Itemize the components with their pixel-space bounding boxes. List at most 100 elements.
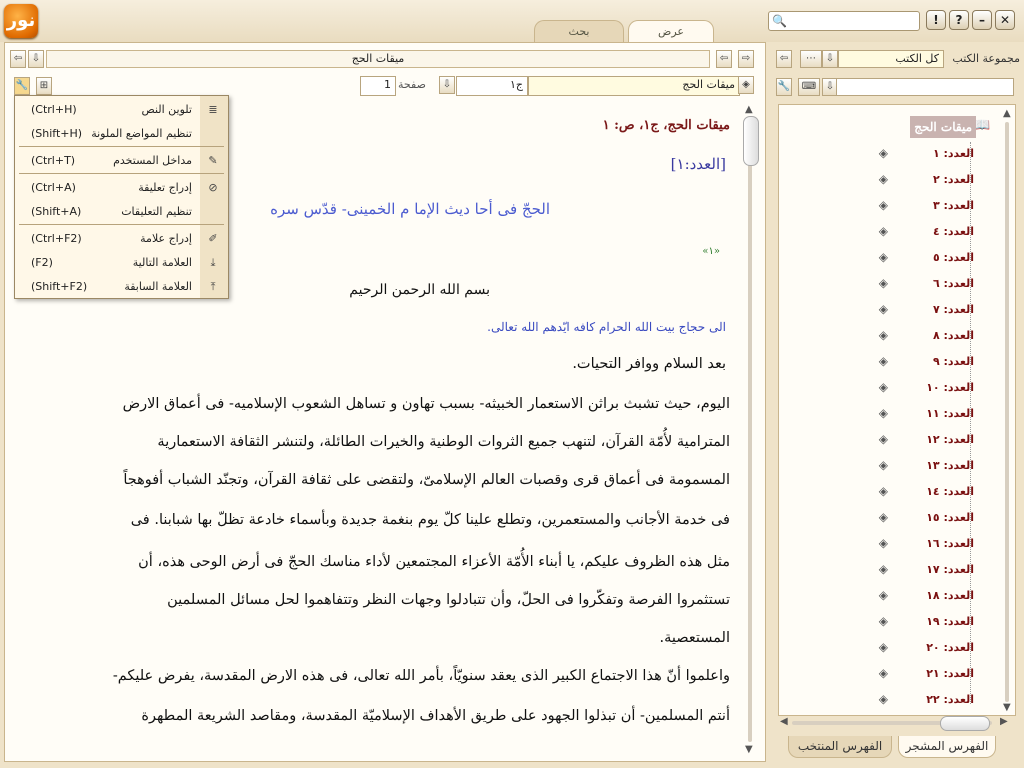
section-icon: ◈ [878, 484, 888, 498]
section-icon: ◈ [878, 614, 888, 628]
scroll-left-icon[interactable]: ◀ [780, 716, 788, 727]
tree-item[interactable]: العدد: ٣ ◈ [874, 196, 974, 216]
back-arrow-icon[interactable]: ⇦ [776, 50, 792, 68]
page-number-input[interactable]: 1 [360, 76, 396, 96]
collection-select[interactable]: كل الكتب [838, 50, 944, 68]
menu-item-manage-highlights[interactable]: (Shift+H) تنظيم المواضع الملونة [15, 122, 228, 146]
app-logo: نور [4, 4, 38, 38]
tree-item[interactable]: العدد: ٧ ◈ [874, 300, 974, 320]
scroll-down-icon[interactable]: ▼ [1003, 702, 1011, 713]
next-book-button[interactable]: ⇨ [738, 50, 754, 68]
tree-root-book[interactable]: ميقات الحج [910, 116, 976, 138]
collection-label: مجموعة الكتب [952, 52, 1020, 65]
tab-search[interactable]: بحث [534, 20, 624, 42]
menu-item-insert-comment[interactable]: (Ctrl+A) إدراج تعليقة ⊘ [15, 176, 228, 200]
scrollbar-thumb[interactable] [743, 116, 759, 166]
section-icon: ◈ [878, 146, 888, 160]
scroll-down-icon[interactable]: ▼ [745, 744, 753, 755]
back-arrow-icon[interactable]: ⇦ [10, 50, 26, 68]
tools-menu: (Ctrl+H) تلوين النص ≣ (Shift+H) تنظيم ال… [14, 95, 229, 299]
paragraph-line: مثل هذه الظروف عليكم، يا أبناء الأُمّة ا… [138, 554, 730, 570]
scroll-up-icon[interactable]: ▲ [745, 104, 753, 115]
tree-item[interactable]: العدد: ١٩ ◈ [874, 612, 974, 632]
tree-item[interactable]: العدد: ١٧ ◈ [874, 560, 974, 580]
paragraph-line: فی خدمة الأجانب والمستعمرين، وتطلع علينا… [130, 512, 730, 528]
close-button[interactable]: ✕ [995, 10, 1015, 30]
paragraph-line: اليوم، حيث تشبث براثن الاستعمار الخبيثه-… [122, 396, 730, 412]
footnote-marker[interactable]: «١» [702, 246, 720, 257]
basmala-text: بسم الله الرحمن الرحيم [349, 282, 490, 298]
search-icon: 🔍 [772, 14, 787, 28]
tree-item[interactable]: العدد: ١ ◈ [874, 144, 974, 164]
index-search-input[interactable] [836, 78, 1014, 96]
tree-item[interactable]: العدد: ٢٢ ◈ [874, 690, 974, 710]
menu-item-previous-bookmark[interactable]: (Shift+F2) العلامة السابقة ⤒ [15, 275, 228, 299]
tree-item[interactable]: العدد: ٤ ◈ [874, 222, 974, 242]
scroll-right-icon[interactable]: ▶ [1000, 716, 1008, 727]
tree-item[interactable]: العدد: ١٨ ◈ [874, 586, 974, 606]
minimize-button[interactable]: – [972, 10, 992, 30]
tree-item[interactable]: العدد: ١٥ ◈ [874, 508, 974, 528]
current-book-field[interactable]: ميقات الحج [528, 76, 740, 96]
wrench-icon[interactable]: 🔧 [14, 77, 30, 95]
section-icon: ◈ [878, 328, 888, 342]
section-icon: ◈ [878, 692, 888, 706]
tree-item[interactable]: العدد: ١٠ ◈ [874, 378, 974, 398]
collection-dropdown-icon[interactable]: ⇩ [822, 50, 838, 68]
menu-item-user-entries[interactable]: (Ctrl+T) مداخل المستخدم ✎ [15, 149, 228, 173]
content-scrollbar[interactable]: ▲ ▼ [742, 104, 759, 756]
menu-item-next-bookmark[interactable]: (F2) العلامة التالية ⤓ [15, 251, 228, 275]
paragraph-line: واعلموا أنّ هذا الاجتماع الكبير الذی يعق… [112, 668, 730, 684]
help-button[interactable]: ? [949, 10, 969, 30]
section-icon: ◈ [878, 536, 888, 550]
tag-icon[interactable]: ◈ [738, 76, 754, 94]
down-arrow-icon[interactable]: ⇩ [28, 50, 44, 68]
tree-item[interactable]: العدد: ٢١ ◈ [874, 664, 974, 684]
more-options-button[interactable]: ⋯ [800, 50, 822, 68]
section-icon: ◈ [878, 380, 888, 394]
tree-item[interactable]: العدد: ٢٠ ◈ [874, 638, 974, 658]
menu-item-insert-bookmark[interactable]: (Ctrl+F2) إدراج علامة ✐ [15, 227, 228, 251]
tree-tools-wrench-icon[interactable]: 🔧 [776, 78, 792, 96]
section-icon: ◈ [878, 432, 888, 446]
tree-item[interactable]: العدد: ٢ ◈ [874, 170, 974, 190]
tree-item[interactable]: العدد: ١٢ ◈ [874, 430, 974, 450]
volume-down-arrow-icon[interactable]: ⇩ [439, 76, 455, 94]
tab-selected-index[interactable]: الفهرس المنتخب [788, 736, 892, 758]
previous-book-button[interactable]: ⇦ [716, 50, 732, 68]
section-icon: ◈ [878, 224, 888, 238]
tree-item[interactable]: العدد: ٩ ◈ [874, 352, 974, 372]
section-icon: ◈ [878, 172, 888, 186]
volume-select[interactable]: ج١ [456, 76, 528, 96]
tree-horizontal-scrollbar[interactable]: ◀ ▶ [778, 716, 1016, 731]
tab-view[interactable]: عرض [628, 20, 714, 42]
tree-item[interactable]: العدد: ٥ ◈ [874, 248, 974, 268]
paragraph-line: تستثمروا الفرصة وتفكّروا فی الحلّ، وأن ت… [167, 592, 730, 608]
tree-item[interactable]: العدد: ١١ ◈ [874, 404, 974, 424]
page-label: صفحة [398, 78, 426, 91]
tab-tree-index[interactable]: الفهرس المشجر [898, 736, 996, 758]
table-icon[interactable]: ⊞ [36, 77, 52, 95]
horizontal-thumb[interactable] [940, 716, 990, 731]
bookmark-insert-icon: ✐ [208, 232, 218, 245]
tree-item[interactable]: العدد: ١٤ ◈ [874, 482, 974, 502]
keyboard-icon[interactable]: ⌨ [798, 78, 820, 96]
tree-item[interactable]: العدد: ٦ ◈ [874, 274, 974, 294]
section-icon: ◈ [878, 562, 888, 576]
book-icon: 📖 [974, 118, 991, 133]
scroll-up-icon[interactable]: ▲ [1003, 108, 1011, 119]
bookmark-next-icon: ⤓ [210, 256, 216, 269]
tree-item[interactable]: العدد: ١٣ ◈ [874, 456, 974, 476]
book-title-bar: ميقات الحج [46, 50, 710, 68]
menu-item-manage-comments[interactable]: (Shift+A) تنظيم التعليقات [15, 200, 228, 224]
tree-scrollbar[interactable]: ▲ ▼ [1000, 108, 1014, 716]
section-icon: ◈ [878, 302, 888, 316]
section-icon: ◈ [878, 250, 888, 264]
paragraph-line: بعد السلام ووافر التحيات. [572, 356, 726, 372]
about-button[interactable]: ! [926, 10, 946, 30]
menu-item-highlight-text[interactable]: (Ctrl+H) تلوين النص ≣ [15, 98, 228, 122]
tree-item[interactable]: العدد: ١٦ ◈ [874, 534, 974, 554]
highlight-icon: ≣ [208, 103, 218, 116]
global-search-input[interactable]: 🔍 [768, 11, 920, 31]
tree-item[interactable]: العدد: ٨ ◈ [874, 326, 974, 346]
